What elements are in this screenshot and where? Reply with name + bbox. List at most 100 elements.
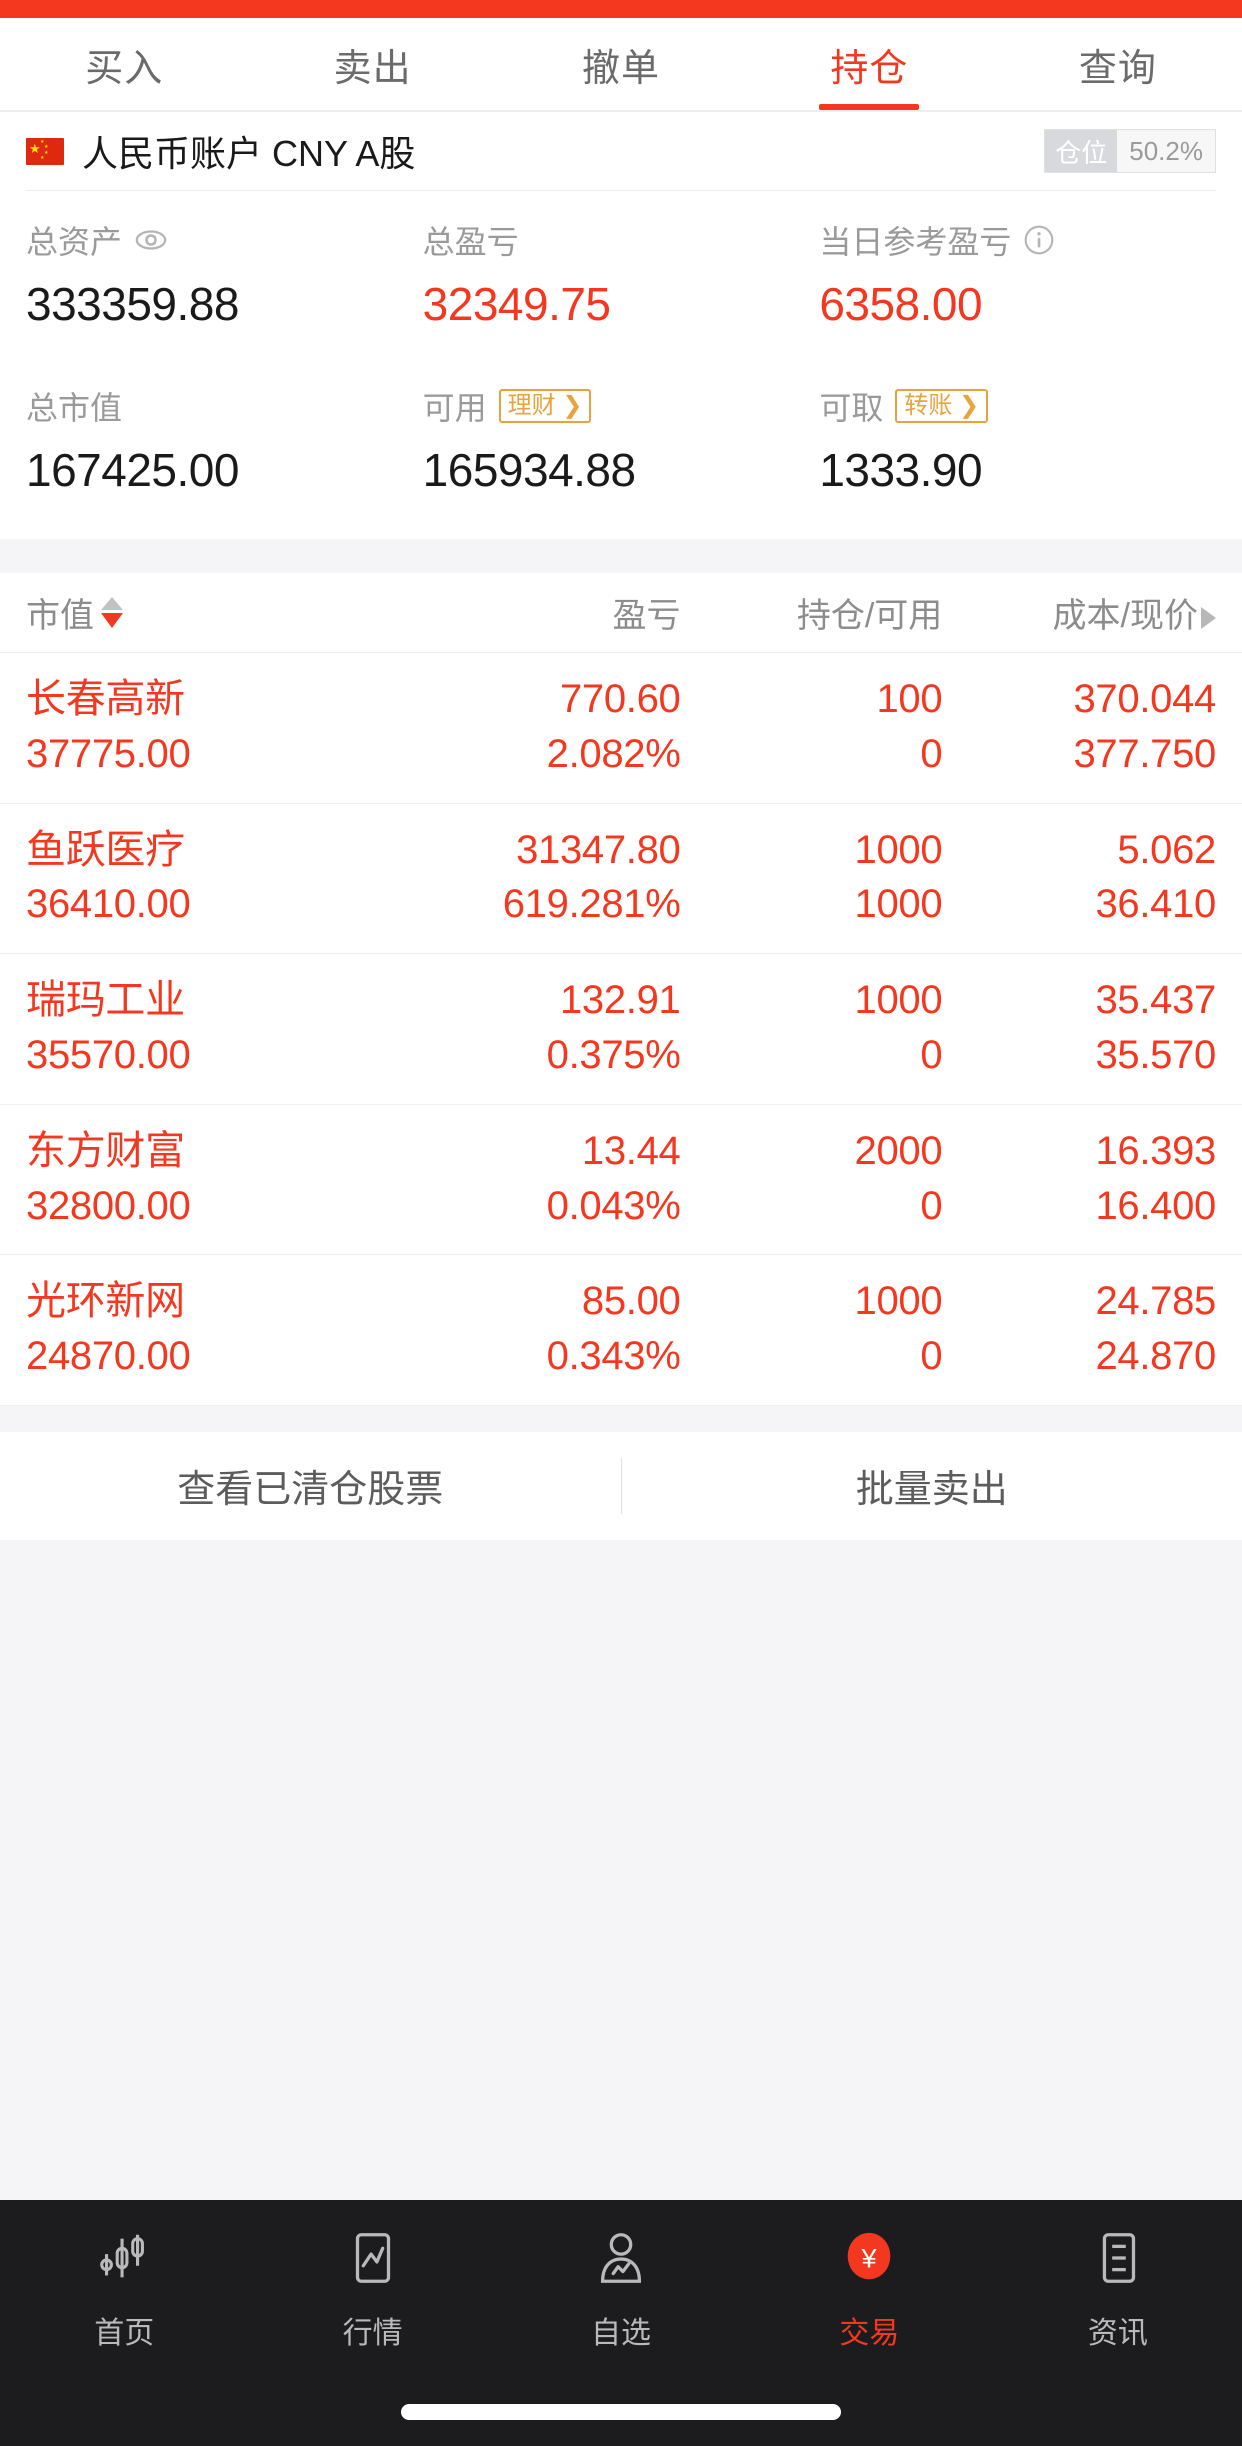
available-qty: 0 (920, 1183, 943, 1228)
summary-total-profit: 总盈亏 32349.75 (423, 217, 820, 331)
position-qty: 1000 (854, 978, 943, 1023)
cost-price: 370.044 (1073, 677, 1216, 721)
bottom-nav-bar: 首页 行情 自选 ¥ 交易 资讯 (0, 2200, 1242, 2446)
view-cleared-stocks-button[interactable]: 查看已清仓股票 (0, 1458, 621, 1513)
profit-percent: 0.375% (546, 1032, 681, 1077)
info-icon[interactable] (1023, 224, 1055, 256)
table-row[interactable]: 长春高新 37775.00 770.60 2.082% 100 0 370.04… (0, 653, 1242, 804)
chevron-right-icon[interactable] (1200, 607, 1216, 630)
sort-arrows-icon[interactable] (101, 597, 123, 628)
table-row[interactable]: 鱼跃医疗 36410.00 31347.80 619.281% 1000 100… (0, 804, 1242, 955)
summary-available: 可用 理财 ❯ 165934.88 (423, 383, 820, 497)
table-row[interactable]: 瑞玛工业 35570.00 132.91 0.375% 1000 0 35.43… (0, 954, 1242, 1105)
current-price: 35.570 (1095, 1032, 1216, 1077)
top-tab-bar: 买入 卖出 撤单 持仓 查询 (0, 18, 1242, 112)
profit-amount: 13.44 (581, 1128, 681, 1173)
stock-name: 长春高新 (26, 677, 185, 721)
account-row[interactable]: ★ ★ ★ ★ ★ 人民币账户 CNY A股 仓位 50.2% (0, 112, 1242, 190)
cell-profit: 31347.80 619.281% (383, 826, 681, 930)
tab-label: 持仓 (830, 47, 909, 90)
transfer-chip[interactable]: 转账 ❯ (895, 389, 989, 423)
holdings-table-header: 市值 盈亏 持仓/可用 成本/现价 (0, 573, 1242, 653)
tab-buy[interactable]: 买入 (0, 18, 248, 110)
nav-item-market[interactable]: 行情 (248, 2222, 496, 2386)
eye-icon[interactable] (134, 223, 168, 257)
cost-price: 5.062 (1117, 827, 1216, 872)
cost-price: 24.785 (1095, 1279, 1216, 1324)
summary-label: 可取 (819, 390, 884, 426)
column-header-cost-price[interactable]: 成本/现价 (942, 588, 1216, 637)
status-bar (0, 0, 1242, 18)
summary-withdrawable: 可取 转账 ❯ 1333.90 (819, 383, 1216, 497)
tab-label: 撤单 (582, 47, 661, 90)
stock-market-value: 24870.00 (26, 1334, 191, 1379)
nav-item-watchlist[interactable]: 自选 (497, 2222, 745, 2386)
cell-stock: 瑞玛工业 35570.00 (26, 976, 383, 1080)
sort-asc-icon[interactable] (101, 597, 123, 610)
sort-desc-icon[interactable] (101, 613, 123, 628)
nav-label: 资讯 (1087, 2317, 1148, 2350)
cell-profit: 85.00 0.343% (383, 1277, 681, 1381)
profit-percent: 2.082% (546, 731, 681, 776)
available-qty: 0 (920, 1032, 943, 1077)
market-chart-icon (342, 2222, 404, 2294)
column-header-position-available[interactable]: 持仓/可用 (681, 588, 942, 637)
current-price: 24.870 (1095, 1334, 1216, 1379)
column-header-market-value[interactable]: 市值 (26, 588, 383, 637)
cell-cost-price: 370.044 377.750 (942, 675, 1216, 779)
summary-market-value: 总市值 167425.00 (26, 383, 423, 497)
nav-item-news[interactable]: 资讯 (994, 2222, 1242, 2386)
section-separator (0, 539, 1242, 573)
tab-sell[interactable]: 卖出 (248, 18, 496, 110)
position-qty: 2000 (854, 1128, 943, 1173)
profit-amount: 132.91 (559, 978, 681, 1023)
position-qty: 1000 (854, 1279, 943, 1324)
account-summary: 总资产 333359.88 总盈亏 32349.75 当日参考盈亏 6358.0… (0, 191, 1242, 497)
cell-position: 1000 1000 (681, 826, 943, 930)
nav-item-trade[interactable]: ¥ 交易 (745, 2222, 993, 2386)
tab-holdings[interactable]: 持仓 (745, 18, 993, 110)
action-bar: 查看已清仓股票 批量卖出 (0, 1431, 1242, 1540)
svg-text:¥: ¥ (861, 2243, 878, 2274)
home-indicator (401, 2404, 841, 2420)
stock-name: 东方财富 (26, 1128, 185, 1173)
batch-sell-button[interactable]: 批量卖出 (622, 1458, 1242, 1513)
stock-market-value: 32800.00 (26, 1183, 191, 1228)
summary-row-primary: 总资产 333359.88 总盈亏 32349.75 当日参考盈亏 6358.0… (26, 217, 1216, 331)
cell-profit: 770.60 2.082% (383, 675, 681, 779)
profit-amount: 85.00 (581, 1279, 681, 1324)
position-qty: 100 (876, 677, 943, 721)
summary-label: 总盈亏 (422, 224, 519, 260)
holdings-table: 市值 盈亏 持仓/可用 成本/现价 长春高新 37775.00 770.60 2… (0, 573, 1242, 1406)
watchlist-person-icon (590, 2222, 652, 2294)
tab-cancel-order[interactable]: 撤单 (497, 18, 745, 110)
current-price: 377.750 (1073, 731, 1216, 776)
summary-daily-profit: 当日参考盈亏 6358.00 (819, 217, 1216, 331)
position-qty: 1000 (854, 827, 943, 872)
nav-item-home[interactable]: 首页 (0, 2222, 248, 2386)
summary-value: 6358.00 (819, 278, 983, 330)
summary-label: 当日参考盈亏 (819, 224, 1012, 260)
column-header-profit[interactable]: 盈亏 (383, 588, 681, 637)
tab-label: 买入 (85, 47, 164, 90)
current-price: 16.400 (1095, 1183, 1216, 1228)
wealth-management-chip[interactable]: 理财 ❯ (498, 389, 592, 423)
account-name: 人民币账户 CNY A股 (82, 133, 416, 174)
cell-position: 100 0 (681, 675, 943, 779)
nav-label: 首页 (94, 2317, 155, 2350)
tab-label: 查询 (1078, 47, 1157, 90)
profit-percent: 0.043% (546, 1183, 681, 1228)
available-qty: 0 (920, 1334, 943, 1379)
tab-query[interactable]: 查询 (994, 18, 1242, 110)
nav-label: 交易 (839, 2317, 900, 2350)
tab-label: 卖出 (333, 47, 412, 90)
summary-value: 333359.88 (26, 278, 239, 330)
position-ratio-value: 50.2% (1117, 130, 1215, 172)
cell-cost-price: 5.062 36.410 (942, 826, 1216, 930)
table-row[interactable]: 光环新网 24870.00 85.00 0.343% 1000 0 24.785… (0, 1255, 1242, 1406)
china-flag-icon: ★ ★ ★ ★ ★ (26, 137, 64, 165)
column-label: 成本/现价 (1052, 597, 1198, 635)
current-price: 36.410 (1095, 882, 1216, 927)
nav-label: 行情 (342, 2317, 403, 2350)
table-row[interactable]: 东方财富 32800.00 13.44 0.043% 2000 0 16.393… (0, 1105, 1242, 1256)
